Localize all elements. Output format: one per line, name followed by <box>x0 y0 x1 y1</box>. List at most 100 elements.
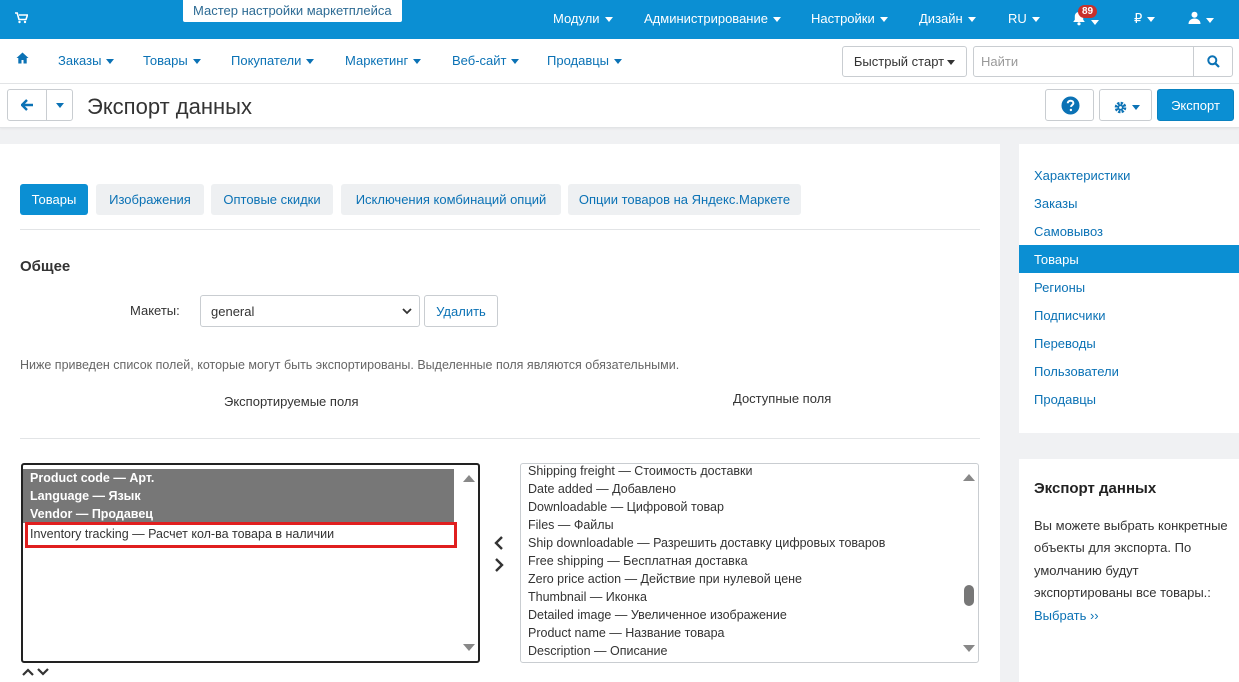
caret-down-icon <box>1206 18 1214 24</box>
available-field[interactable]: Files — Файлы <box>521 516 614 534</box>
available-field[interactable]: Date added — Добавлено <box>521 480 676 498</box>
scrollbar[interactable] <box>458 465 478 661</box>
caret-down-icon <box>1091 20 1099 26</box>
search-input[interactable] <box>973 46 1194 77</box>
exported-field-highlighted[interactable]: Inventory tracking — Расчет кол-ва товар… <box>25 522 457 548</box>
nav-vendors-label: Продавцы <box>547 53 610 68</box>
marketplace-wizard-button[interactable]: Мастер настройки маркетплейса <box>182 0 403 23</box>
caret-down-icon <box>879 17 888 23</box>
search-button[interactable] <box>1193 46 1233 77</box>
move-right-icon[interactable] <box>493 558 505 572</box>
export-info-box: Экспорт данных Вы можете выбрать конкрет… <box>1019 459 1239 682</box>
main-nav: Заказы Товары Покупатели Маркетинг Веб-с… <box>0 39 1239 84</box>
back-dropdown-button[interactable] <box>46 89 73 121</box>
settings-dropdown-button[interactable] <box>1099 89 1152 121</box>
caret-down-icon <box>1031 17 1040 23</box>
exported-field-required[interactable]: Product code — Арт. <box>23 469 454 487</box>
available-field[interactable]: Free shipping — Бесплатная доставка <box>521 552 748 570</box>
section-heading: Общее <box>20 258 71 275</box>
scroll-down-icon[interactable] <box>963 645 975 652</box>
top-bar: Мастер настройки маркетплейса Модули Адм… <box>0 0 1239 39</box>
cart-icon[interactable] <box>15 12 29 27</box>
available-field[interactable]: Thumbnail — Иконка <box>521 588 647 606</box>
layout-select[interactable]: general <box>200 295 420 327</box>
exported-fields-heading: Экспортируемые поля <box>224 394 359 409</box>
scrollbar[interactable] <box>958 464 978 662</box>
caret-down-icon <box>614 59 623 65</box>
available-field[interactable]: Detailed image — Увеличенное изображение <box>521 606 787 624</box>
caret-down-icon <box>306 59 315 65</box>
sidebar-item-vendors[interactable]: Продавцы <box>1019 385 1239 413</box>
tab-products[interactable]: Товары <box>20 184 88 215</box>
home-icon[interactable] <box>16 52 29 67</box>
move-down-icon[interactable] <box>37 667 49 677</box>
menu-modules[interactable]: Модули <box>553 11 613 26</box>
layout-select-value: general <box>211 304 255 319</box>
layouts-label: Макеты: <box>130 303 180 318</box>
menu-language-label: RU <box>1008 11 1027 26</box>
quick-start-button[interactable]: Быстрый старт <box>842 46 967 77</box>
menu-administration-label: Администрирование <box>644 11 768 26</box>
sidebar-item-orders[interactable]: Заказы <box>1019 189 1239 217</box>
available-field[interactable]: Product name — Название товара <box>521 624 725 642</box>
select-link[interactable]: Выбрать ›› <box>1034 608 1099 623</box>
caret-down-icon <box>106 59 115 65</box>
sidebar-item-subscribers[interactable]: Подписчики <box>1019 301 1239 329</box>
nav-products-label: Товары <box>143 53 188 68</box>
menu-administration[interactable]: Администрирование <box>644 11 781 26</box>
menu-language[interactable]: RU <box>1008 11 1040 26</box>
nav-orders-label: Заказы <box>58 53 102 68</box>
caret-down-icon <box>413 59 422 65</box>
back-button[interactable] <box>7 89 47 121</box>
nav-products[interactable]: Товары <box>143 53 201 68</box>
nav-website-label: Веб-сайт <box>452 53 507 68</box>
available-field[interactable]: Shipping freight — Стоимость доставки <box>521 464 753 480</box>
caret-down-icon <box>772 17 781 23</box>
scroll-down-icon[interactable] <box>463 644 475 651</box>
available-field[interactable]: Downloadable — Цифровой товар <box>521 498 724 516</box>
move-up-icon[interactable] <box>22 667 34 677</box>
divider <box>20 229 980 230</box>
move-left-icon[interactable] <box>493 536 505 550</box>
exported-field-required[interactable]: Vendor — Продавец <box>23 505 454 523</box>
main-panel: Товары Изображения Оптовые скидки Исключ… <box>0 144 1000 682</box>
help-button[interactable] <box>1045 89 1094 121</box>
exported-field-required[interactable]: Language — Язык <box>23 487 454 505</box>
menu-currency[interactable]: ₽ <box>1134 11 1156 27</box>
available-fields-list[interactable]: Shipping freight — Стоимость доставки Da… <box>520 463 979 663</box>
scroll-thumb[interactable] <box>964 585 974 606</box>
menu-design[interactable]: Дизайн <box>919 11 976 26</box>
tab-images[interactable]: Изображения <box>96 184 204 215</box>
caret-down-icon <box>967 17 976 23</box>
tab-option-exceptions[interactable]: Исключения комбинаций опций <box>341 184 561 215</box>
sidebar-item-pickup[interactable]: Самовывоз <box>1019 217 1239 245</box>
menu-settings-label: Настройки <box>811 11 875 26</box>
caret-down-icon <box>192 59 201 65</box>
menu-settings[interactable]: Настройки <box>811 11 888 26</box>
caret-down-icon <box>511 59 520 65</box>
available-field[interactable]: Ship downloadable — Разрешить доставку ц… <box>521 534 885 552</box>
nav-customers[interactable]: Покупатели <box>231 53 315 68</box>
tab-yandex-market-options[interactable]: Опции товаров на Яндекс.Маркете <box>568 184 801 215</box>
exported-fields-list[interactable]: Product code — Арт. Language — Язык Vend… <box>21 463 480 663</box>
nav-vendors[interactable]: Продавцы <box>547 53 623 68</box>
sidebar-item-products[interactable]: Товары <box>1019 245 1239 273</box>
available-field[interactable]: Zero price action — Действие при нулевой… <box>521 570 802 588</box>
delete-layout-button[interactable]: Удалить <box>424 295 498 327</box>
sidebar-item-users[interactable]: Пользователи <box>1019 357 1239 385</box>
scroll-up-icon[interactable] <box>963 474 975 481</box>
quick-start-label: Быстрый старт <box>853 54 945 69</box>
scroll-up-icon[interactable] <box>463 475 475 482</box>
caret-down-icon <box>947 60 956 66</box>
sidebar-item-features[interactable]: Характеристики <box>1019 161 1239 189</box>
nav-orders[interactable]: Заказы <box>58 53 115 68</box>
user-menu[interactable] <box>1188 11 1214 27</box>
tab-wholesale-discounts[interactable]: Оптовые скидки <box>211 184 333 215</box>
sidebar-item-translations[interactable]: Переводы <box>1019 329 1239 357</box>
caret-down-icon <box>604 17 613 23</box>
export-button[interactable]: Экспорт <box>1157 89 1234 121</box>
available-field[interactable]: Description — Описание <box>521 642 667 660</box>
nav-website[interactable]: Веб-сайт <box>452 53 520 68</box>
nav-marketing[interactable]: Маркетинг <box>345 53 422 68</box>
sidebar-item-regions[interactable]: Регионы <box>1019 273 1239 301</box>
